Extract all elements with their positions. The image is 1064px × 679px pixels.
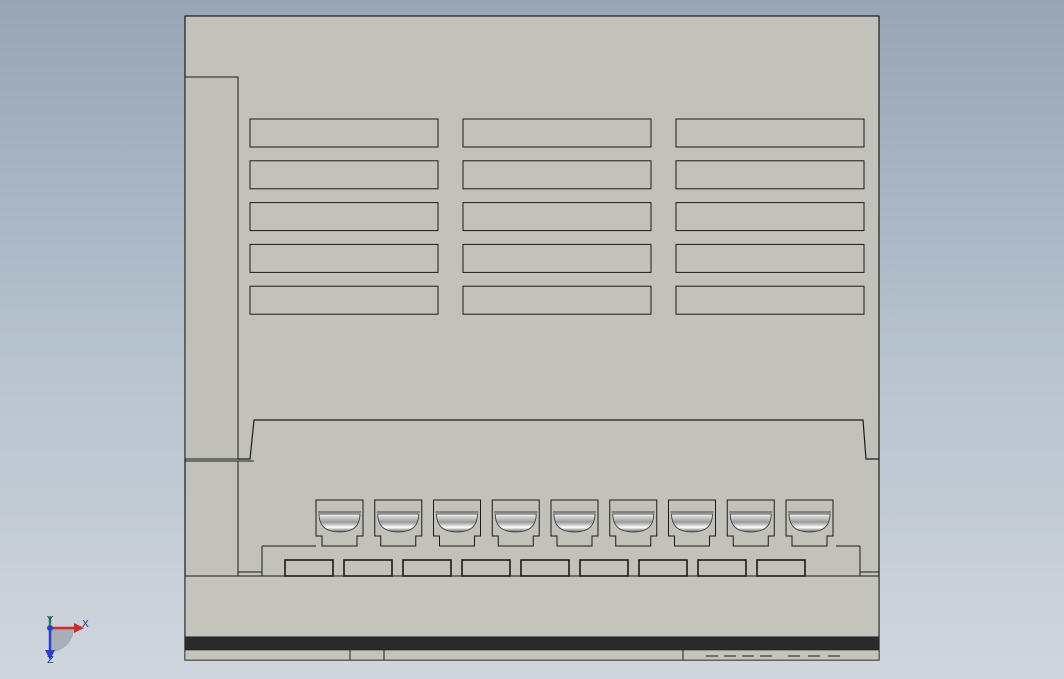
- vent-slot: [462, 118, 652, 148]
- triad-x-label: X: [82, 619, 89, 630]
- vent-slot: [462, 202, 652, 232]
- terminal-screw: [726, 499, 775, 547]
- triad-quadrant: [50, 628, 74, 652]
- terminal-screw: [550, 499, 599, 547]
- vent-slot: [675, 202, 865, 232]
- vent-slot: [462, 243, 652, 273]
- cad-viewport[interactable]: X Y Z: [0, 0, 1064, 679]
- terminal-slot: [520, 559, 570, 577]
- vent-slot: [675, 285, 865, 315]
- terminal-screw-row: [315, 499, 834, 547]
- vent-slot: [249, 118, 439, 148]
- triad-y-label: Y: [46, 615, 54, 626]
- terminal-screw: [785, 499, 834, 547]
- orientation-triad: X Y Z: [45, 615, 89, 666]
- terminal-screw: [491, 499, 540, 547]
- vent-slot: [462, 160, 652, 190]
- lower-band: [184, 575, 880, 638]
- vent-slot: [249, 160, 439, 190]
- terminal-screw: [374, 499, 423, 547]
- terminal-slot: [284, 559, 334, 577]
- terminal-screw: [609, 499, 658, 547]
- terminal-slot: [461, 559, 511, 577]
- terminal-slot: [638, 559, 688, 577]
- vent-slot: [675, 118, 865, 148]
- vent-slot: [249, 202, 439, 232]
- vent-slot: [462, 285, 652, 315]
- enclosure-part: [184, 15, 880, 661]
- terminal-slot: [697, 559, 747, 577]
- terminal-screw: [315, 499, 364, 547]
- vent-slot: [675, 243, 865, 273]
- terminal-screw: [433, 499, 481, 547]
- vent-slot: [249, 285, 439, 315]
- vent-slot: [249, 243, 439, 273]
- terminal-slot: [579, 559, 629, 577]
- terminal-slot-row: [284, 559, 806, 577]
- terminal-slot: [402, 559, 452, 577]
- terminal-slot: [343, 559, 393, 577]
- vent-slot: [675, 160, 865, 190]
- terminal-screw: [668, 499, 716, 547]
- terminal-slot: [756, 559, 806, 577]
- triad-z-label: Z: [47, 655, 54, 666]
- side-panel: [184, 76, 239, 460]
